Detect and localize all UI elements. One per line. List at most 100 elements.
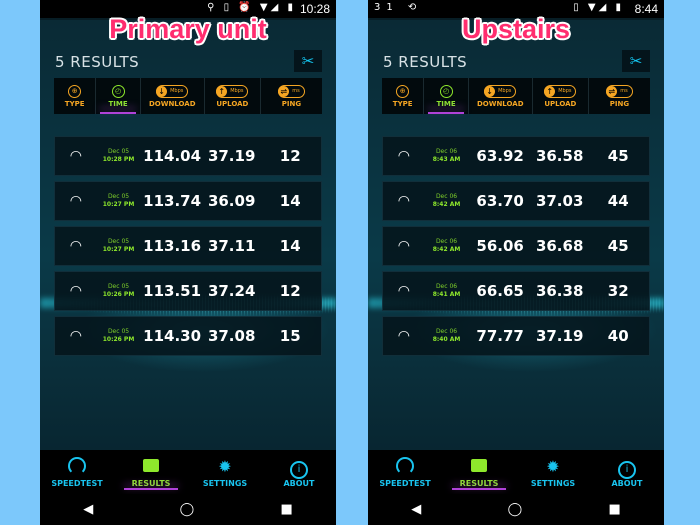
ping-value: 40 xyxy=(607,327,629,345)
upload-unit-pill: ↑ Mbps xyxy=(544,84,577,98)
result-row[interactable]: ◠ Dec 05 10:26 PM 114.30 37.08 15 xyxy=(54,316,322,356)
nav-label: RESULTS xyxy=(131,478,171,488)
nav-results[interactable]: RESULTS xyxy=(114,450,188,494)
result-time: 8:43 AM xyxy=(432,156,461,163)
back-button[interactable]: ◀ xyxy=(411,502,421,517)
result-time: 10:28 PM xyxy=(102,156,135,163)
tools-button[interactable]: ✂ xyxy=(294,50,322,72)
download-speed: 114.30 xyxy=(143,327,202,345)
download-speed: 63.92 xyxy=(476,147,524,165)
result-row[interactable]: ◠ Dec 05 10:28 PM 114.04 37.19 12 xyxy=(54,136,322,176)
nav-label: SETTINGS xyxy=(202,478,248,488)
download-arrow-icon: ↓ xyxy=(484,85,496,97)
result-row[interactable]: ◠ Dec 06 8:41 AM 66.65 36.38 32 xyxy=(382,271,650,311)
nav-settings[interactable]: ✹ SETTINGS xyxy=(516,450,590,494)
info-icon: i xyxy=(618,460,636,479)
clock-icon: ◴ xyxy=(111,84,125,98)
upload-speed: 36.38 xyxy=(535,282,584,300)
result-row[interactable]: ◠ Dec 06 8:40 AM 77.77 37.19 40 xyxy=(382,316,650,356)
back-button[interactable]: ◀ xyxy=(83,502,93,517)
upload-speed: 37.08 xyxy=(207,327,256,345)
result-time: 8:42 AM xyxy=(432,246,461,253)
result-time: 8:40 AM xyxy=(432,336,461,343)
column-download[interactable]: ↓ Mbps DOWNLOAD xyxy=(469,78,533,114)
result-date: Dec 06 xyxy=(435,193,458,200)
gear-icon: ✹ xyxy=(546,456,560,476)
result-row[interactable]: ◠ Dec 06 8:42 AM 63.70 37.03 44 xyxy=(382,181,650,221)
unit-label: Mbps xyxy=(230,88,244,94)
download-unit-pill: ↓ Mbps xyxy=(484,84,517,98)
system-nav-bar: ◀ ◯ ■ xyxy=(40,494,336,525)
download-speed: 77.77 xyxy=(476,327,524,345)
home-button[interactable]: ◯ xyxy=(508,502,523,517)
download-speed: 113.74 xyxy=(143,192,202,210)
nav-speedtest[interactable]: SPEEDTEST xyxy=(40,450,114,494)
tools-button[interactable]: ✂ xyxy=(622,50,650,72)
download-speed: 56.06 xyxy=(476,237,524,255)
upload-speed: 36.58 xyxy=(535,147,584,165)
column-time[interactable]: ◴ TIME xyxy=(424,78,469,114)
result-timestamp: Dec 06 8:41 AM xyxy=(425,283,469,299)
result-row[interactable]: ◠ Dec 05 10:26 PM 113.51 37.24 12 xyxy=(54,271,322,311)
column-type[interactable]: ⊕ TYPE xyxy=(54,78,97,114)
download-speed: 113.16 xyxy=(143,237,202,255)
download-speed: 66.65 xyxy=(476,282,524,300)
speedometer-icon xyxy=(396,456,414,475)
column-time[interactable]: ◴ TIME xyxy=(96,78,141,114)
result-date: Dec 06 xyxy=(435,148,458,155)
column-upload[interactable]: ↑ Mbps UPLOAD xyxy=(205,78,261,114)
column-label: PING xyxy=(281,99,302,108)
status-right-icons: ▯ ▼◢ ▮ xyxy=(573,2,624,13)
column-type[interactable]: ⊕ TYPE xyxy=(382,78,425,114)
results-list: ◠ Dec 06 8:43 AM 63.92 36.58 45 ◠ Dec 06 8:42 AM… xyxy=(382,136,650,361)
result-timestamp: Dec 05 10:26 PM xyxy=(97,328,141,344)
recents-button[interactable]: ■ xyxy=(609,502,621,517)
results-folder-icon xyxy=(471,458,487,472)
globe-icon: ⊕ xyxy=(68,84,82,98)
wifi-icon: ◠ xyxy=(397,283,410,299)
result-date: Dec 06 xyxy=(435,328,458,335)
result-row[interactable]: ◠ Dec 05 10:27 PM 113.16 37.11 14 xyxy=(54,226,322,266)
nav-results[interactable]: RESULTS xyxy=(442,450,516,494)
tools-icon: ✂ xyxy=(629,52,643,70)
column-upload[interactable]: ↑ Mbps UPLOAD xyxy=(533,78,589,114)
result-date: Dec 05 xyxy=(107,238,130,245)
tools-icon: ✂ xyxy=(301,52,315,70)
download-speed: 63.70 xyxy=(476,192,524,210)
nav-label: SPEEDTEST xyxy=(379,478,431,488)
nav-speedtest[interactable]: SPEEDTEST xyxy=(368,450,442,494)
result-date: Dec 06 xyxy=(435,238,458,245)
home-button[interactable]: ◯ xyxy=(180,502,195,517)
status-left-icons: 31 ⟲ xyxy=(374,2,423,13)
result-timestamp: Dec 05 10:27 PM xyxy=(97,238,141,254)
wifi-icon: ◠ xyxy=(397,238,410,254)
result-date: Dec 05 xyxy=(107,148,130,155)
result-timestamp: Dec 06 8:42 AM xyxy=(425,238,469,254)
column-download[interactable]: ↓ Mbps DOWNLOAD xyxy=(141,78,205,114)
column-ping[interactable]: ⇌ ms PING xyxy=(589,78,650,114)
ping-value: 12 xyxy=(279,147,301,165)
nav-about[interactable]: i ABOUT xyxy=(262,450,336,494)
nav-label: SPEEDTEST xyxy=(51,478,103,488)
ping-unit-pill: ⇌ ms xyxy=(606,84,633,98)
result-row[interactable]: ◠ Dec 06 8:42 AM 56.06 36.68 45 xyxy=(382,226,650,266)
result-row[interactable]: ◠ Dec 06 8:43 AM 63.92 36.58 45 xyxy=(382,136,650,176)
system-nav-bar: ◀ ◯ ■ xyxy=(368,494,664,525)
result-row[interactable]: ◠ Dec 05 10:27 PM 113.74 36.09 14 xyxy=(54,181,322,221)
result-date: Dec 05 xyxy=(107,193,130,200)
column-label: DOWNLOAD xyxy=(148,99,196,108)
upload-speed: 37.03 xyxy=(535,192,584,210)
nav-about[interactable]: i ABOUT xyxy=(590,450,664,494)
ping-value: 15 xyxy=(279,327,301,345)
unit-label: ms xyxy=(620,88,628,94)
column-ping[interactable]: ⇌ ms PING xyxy=(261,78,322,114)
upload-speed: 36.68 xyxy=(535,237,584,255)
column-label: TIME xyxy=(436,99,456,108)
upload-arrow-icon: ↑ xyxy=(544,85,556,97)
recents-button[interactable]: ■ xyxy=(281,502,293,517)
nav-settings[interactable]: ✹ SETTINGS xyxy=(188,450,262,494)
status-right-icons: ⚲ ▯ ⏰ ▼◢ ▮ xyxy=(207,2,296,13)
upload-speed: 37.19 xyxy=(535,327,584,345)
wifi-icon: ◠ xyxy=(69,238,82,254)
ping-icon: ⇌ xyxy=(606,85,618,97)
